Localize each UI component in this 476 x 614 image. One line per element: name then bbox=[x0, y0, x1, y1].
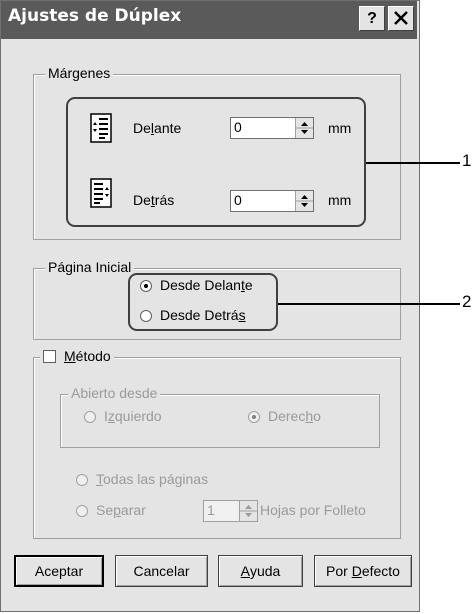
back-margin-page-icon bbox=[90, 178, 112, 208]
spin-arrows-icon bbox=[296, 195, 313, 207]
callout-1-number: 1 bbox=[462, 151, 472, 170]
front-margin-spin-arrows[interactable] bbox=[295, 118, 313, 138]
back-margin-unit: mm bbox=[328, 192, 352, 208]
radio-separate[interactable] bbox=[76, 505, 88, 517]
help-icon: ? bbox=[367, 10, 377, 27]
back-margin-spin-arrows[interactable] bbox=[295, 191, 313, 211]
radio-open-right[interactable] bbox=[248, 411, 260, 423]
callout-2-leader bbox=[278, 303, 460, 305]
radio-open-left[interactable] bbox=[84, 411, 96, 423]
front-margin-page-icon bbox=[90, 113, 112, 143]
radio-all-pages[interactable] bbox=[76, 474, 88, 486]
radio-open-left-label[interactable]: Izquierdo bbox=[104, 408, 162, 424]
back-margin-spinner[interactable]: 0 bbox=[230, 190, 314, 212]
radio-start-back[interactable] bbox=[140, 310, 152, 322]
help-button[interactable]: Ayuda bbox=[218, 555, 303, 587]
sheets-spin-arrows[interactable] bbox=[239, 501, 257, 521]
callout-2-number: 2 bbox=[462, 292, 472, 311]
method-checkbox-label[interactable]: Método bbox=[64, 348, 111, 364]
restore-defaults-button[interactable]: Por Defecto bbox=[314, 555, 412, 587]
front-margin-unit: mm bbox=[328, 120, 352, 136]
start-page-legend: Página Inicial bbox=[45, 259, 135, 275]
sheets-spinner[interactable]: 1 bbox=[203, 500, 258, 522]
front-margin-label: Delante bbox=[133, 120, 182, 136]
sheets-value[interactable]: 1 bbox=[207, 502, 215, 518]
callout-1-leader bbox=[366, 162, 460, 164]
spin-arrows-icon bbox=[240, 505, 257, 517]
sheets-per-booklet-label: Hojas por Folleto bbox=[260, 502, 366, 518]
front-margin-value[interactable]: 0 bbox=[234, 119, 242, 135]
radio-start-front-label[interactable]: Desde Delante bbox=[160, 277, 253, 293]
open-from-legend: Abierto desde bbox=[68, 385, 161, 401]
radio-start-front[interactable] bbox=[140, 280, 152, 292]
spin-arrows-icon bbox=[296, 122, 313, 134]
radio-separate-label[interactable]: Separar bbox=[96, 502, 146, 518]
method-legend: Método bbox=[40, 348, 114, 364]
close-icon bbox=[394, 11, 408, 25]
ok-button[interactable]: Aceptar bbox=[14, 555, 104, 587]
cancel-button[interactable]: Cancelar bbox=[115, 555, 208, 587]
method-checkbox[interactable] bbox=[43, 349, 56, 363]
radio-all-pages-label[interactable]: Todas las páginas bbox=[96, 471, 208, 487]
close-button[interactable] bbox=[388, 6, 414, 31]
back-margin-value[interactable]: 0 bbox=[234, 192, 242, 208]
radio-open-right-label[interactable]: Derecho bbox=[268, 408, 321, 424]
radio-start-back-label[interactable]: Desde Detrás bbox=[160, 307, 246, 323]
back-margin-label: Detrás bbox=[133, 192, 175, 208]
dialog-title: Ajustes de Dúplex bbox=[8, 6, 182, 26]
margins-legend: Márgenes bbox=[45, 65, 114, 81]
help-title-button[interactable]: ? bbox=[359, 6, 385, 31]
front-margin-spinner[interactable]: 0 bbox=[230, 117, 314, 139]
